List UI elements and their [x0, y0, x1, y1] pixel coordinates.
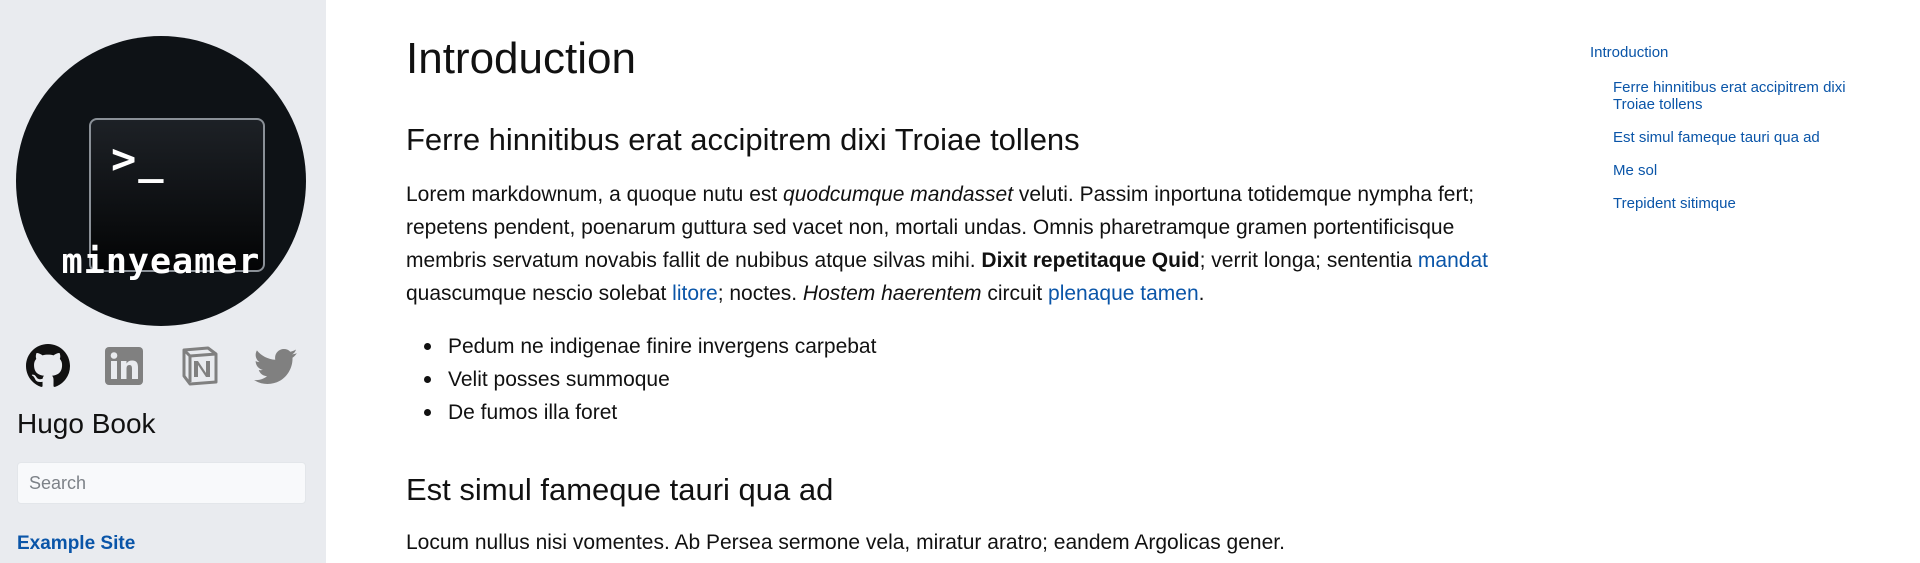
paragraph-text: ; verrit longa; sententia [1199, 249, 1418, 272]
toc-item-est-simul[interactable]: Est simul fameque tauri qua ad [1613, 129, 1883, 146]
sidebar: >_ minyeamer Hugo Book Search Example Si… [0, 0, 326, 563]
paragraph-emphasis: Hostem haerentem [802, 282, 982, 305]
paragraph-text: . [1198, 282, 1205, 305]
litore-link[interactable]: litore [672, 282, 718, 305]
toc-item-me-sol[interactable]: Me sol [1613, 162, 1883, 179]
example-site-link[interactable]: Example Site [17, 533, 135, 555]
section-paragraph: Locum nullus nisi vomentes. Ab Persea se… [406, 531, 1285, 554]
site-logo[interactable]: >_ minyeamer [16, 36, 306, 326]
paragraph-text: quascumque nescio solebat [406, 282, 673, 305]
section-heading: Ferre hinnitibus erat accipitrem dixi Tr… [406, 122, 1080, 157]
page-title: Introduction [406, 34, 636, 83]
github-icon[interactable] [26, 344, 70, 388]
logo-prompt: >_ [111, 134, 166, 183]
section-heading: Est simul fameque tauri qua ad [406, 472, 834, 507]
social-links [26, 344, 306, 392]
logo-name: minyeamer [61, 242, 261, 282]
toc-item-ferre-hinnitibus[interactable]: Ferre hinnitibus erat accipitrem dixi Tr… [1613, 79, 1883, 113]
list-item: Pedum ne indigenae finire invergens carp… [423, 330, 876, 363]
search-input[interactable] [17, 462, 306, 504]
paragraph-emphasis: quodcumque mandasset [783, 183, 1014, 206]
list-item: De fumos illa foret [423, 396, 876, 429]
plenaque-tamen-link[interactable]: plenaque tamen [1048, 282, 1199, 305]
toc-item-introduction[interactable]: Introduction [1590, 44, 1668, 61]
bullet-list: Pedum ne indigenae finire invergens carp… [423, 330, 876, 429]
twitter-icon[interactable] [254, 344, 298, 388]
paragraph-text: circuit [981, 282, 1049, 305]
notion-icon[interactable] [178, 344, 222, 388]
toc-item-trepident-sitimque[interactable]: Trepident sitimque [1613, 195, 1883, 212]
paragraph-text: ; noctes. [717, 282, 803, 305]
linkedin-icon[interactable] [102, 344, 146, 388]
section-paragraph: Lorem markdownum, a quoque nutu est quod… [406, 178, 1496, 310]
mandat-link[interactable]: mandat [1418, 249, 1488, 272]
paragraph-strong: Dixit repetitaque Quid [981, 249, 1200, 272]
list-item: Velit posses summoque [423, 363, 876, 396]
paragraph-text: Lorem markdownum, a quoque nutu est [406, 183, 784, 206]
site-title: Hugo Book [17, 408, 156, 439]
